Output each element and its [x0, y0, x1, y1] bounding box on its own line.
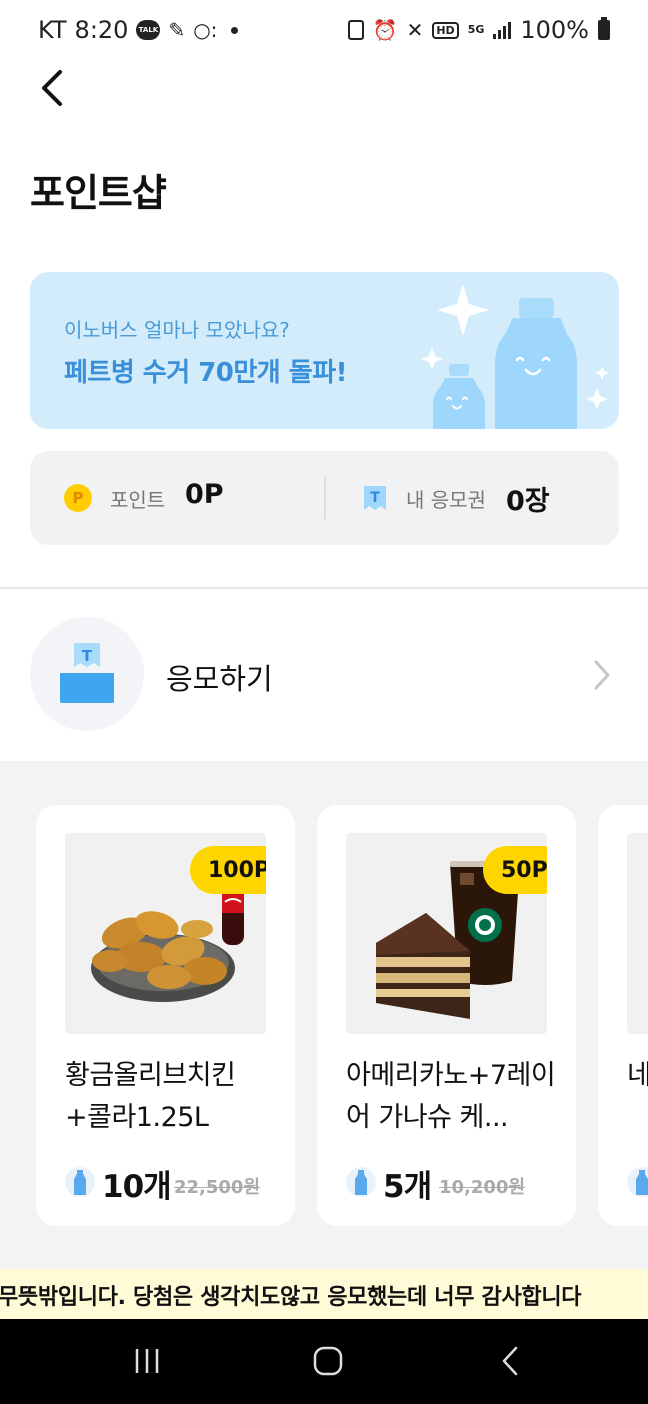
product-card[interactable]: 50P 아메리카노+7레이어 가나슈 케... 5개 10,200원	[317, 805, 576, 1226]
battery-percent: 100%	[520, 16, 589, 44]
product-carousel[interactable]: 100P 황금올리브치킨+콜라1.25L 10개 22,500원 50P 아메리…	[0, 761, 648, 1269]
product-name: 황금올리브치킨+콜라1.25L	[65, 1060, 236, 1133]
points-summary: P 포인트 0P T 내 응모권 0장	[30, 451, 619, 545]
svg-text:T: T	[82, 647, 93, 665]
bottle-illustration	[421, 284, 609, 429]
page-title: 포인트샵	[30, 171, 167, 215]
bottle-icon	[65, 1167, 95, 1197]
bottle-icon	[627, 1167, 648, 1197]
clock: 8:20	[74, 16, 129, 44]
price-badge: 50P	[483, 846, 547, 894]
recent-apps-icon	[135, 1349, 159, 1373]
product-original-price: 10,200원	[439, 1177, 526, 1198]
signal-icon	[493, 21, 512, 39]
ticker-text: 무뜻밖입니다. 당첨은 생각치도않고 응모했는데 너무 감사합니다	[0, 1285, 582, 1310]
carrier-label: KT	[38, 16, 67, 44]
talk-icon: TALK	[136, 20, 161, 40]
product-bottle-count: 5개	[383, 1169, 432, 1205]
product-card-partial[interactable]: 네트	[598, 805, 648, 1226]
promo-banner[interactable]: 이노버스 얼마나 모았나요? 페트병 수거 70만개 돌파!	[30, 272, 619, 429]
product-card[interactable]: 100P 황금올리브치킨+콜라1.25L 10개 22,500원	[36, 805, 295, 1226]
status-left: KT 8:20 TALK ✎ ○:	[38, 16, 239, 44]
home-button[interactable]	[306, 1341, 350, 1381]
status-right: ⏰ ✕ HD 5G 100%	[347, 16, 610, 44]
mute-icon: ✕	[406, 18, 424, 42]
recent-apps-button[interactable]	[125, 1341, 169, 1381]
back-arrow-icon	[42, 70, 62, 106]
enter-raffle-row[interactable]: T 응모하기	[0, 600, 648, 750]
network-5g-icon: 5G	[467, 23, 485, 36]
product-name: 네트	[627, 1060, 648, 1091]
price-badge: 100P	[190, 846, 266, 894]
hd-icon: HD	[432, 21, 459, 39]
more-dot-icon	[231, 26, 239, 34]
notification-icon: ○:	[193, 18, 218, 42]
bottle-icon	[346, 1167, 376, 1197]
banner-title: 페트병 수거 70만개 돌파!	[64, 358, 347, 388]
svg-text:T: T	[370, 490, 380, 506]
back-button[interactable]	[28, 64, 76, 112]
product-bottle-count: 10개	[102, 1169, 172, 1205]
nfc-icon	[347, 20, 364, 40]
chevron-right-icon	[594, 660, 610, 690]
enter-raffle-label: 응모하기	[166, 662, 273, 696]
nav-back-icon	[502, 1346, 518, 1376]
section-divider	[0, 587, 648, 589]
status-bar: KT 8:20 TALK ✎ ○: ⏰ ✕ HD 5G 100%	[0, 0, 648, 62]
home-icon	[313, 1346, 343, 1376]
ticket-icon: T	[364, 486, 386, 510]
product-original-price: 22,500원	[174, 1177, 261, 1198]
point-coin-icon: P	[64, 484, 92, 512]
product-image: 100P	[65, 833, 266, 1034]
alarm-icon: ⏰	[372, 18, 398, 42]
enter-icon-circle: T	[30, 617, 144, 731]
points-value: 0P	[185, 479, 224, 510]
product-name: 아메리카노+7레이어 가나슈 케...	[346, 1060, 556, 1133]
system-nav-bar	[0, 1319, 648, 1404]
feather-icon: ✎	[168, 18, 186, 42]
banner-subtitle: 이노버스 얼마나 모았나요?	[64, 318, 290, 342]
review-ticker: 무뜻밖입니다. 당첨은 생각치도않고 응모했는데 너무 감사합니다	[0, 1269, 648, 1319]
points-divider	[324, 477, 326, 519]
ticket-value: 0장	[506, 486, 550, 517]
product-image: 50P	[346, 833, 547, 1034]
nav-back-button[interactable]	[488, 1341, 532, 1381]
ticket-label: 내 응모권	[406, 488, 486, 512]
points-label: 포인트	[110, 488, 166, 512]
product-image	[627, 833, 648, 1034]
raffle-ticket-icon: T	[60, 643, 114, 703]
battery-icon	[598, 17, 610, 40]
